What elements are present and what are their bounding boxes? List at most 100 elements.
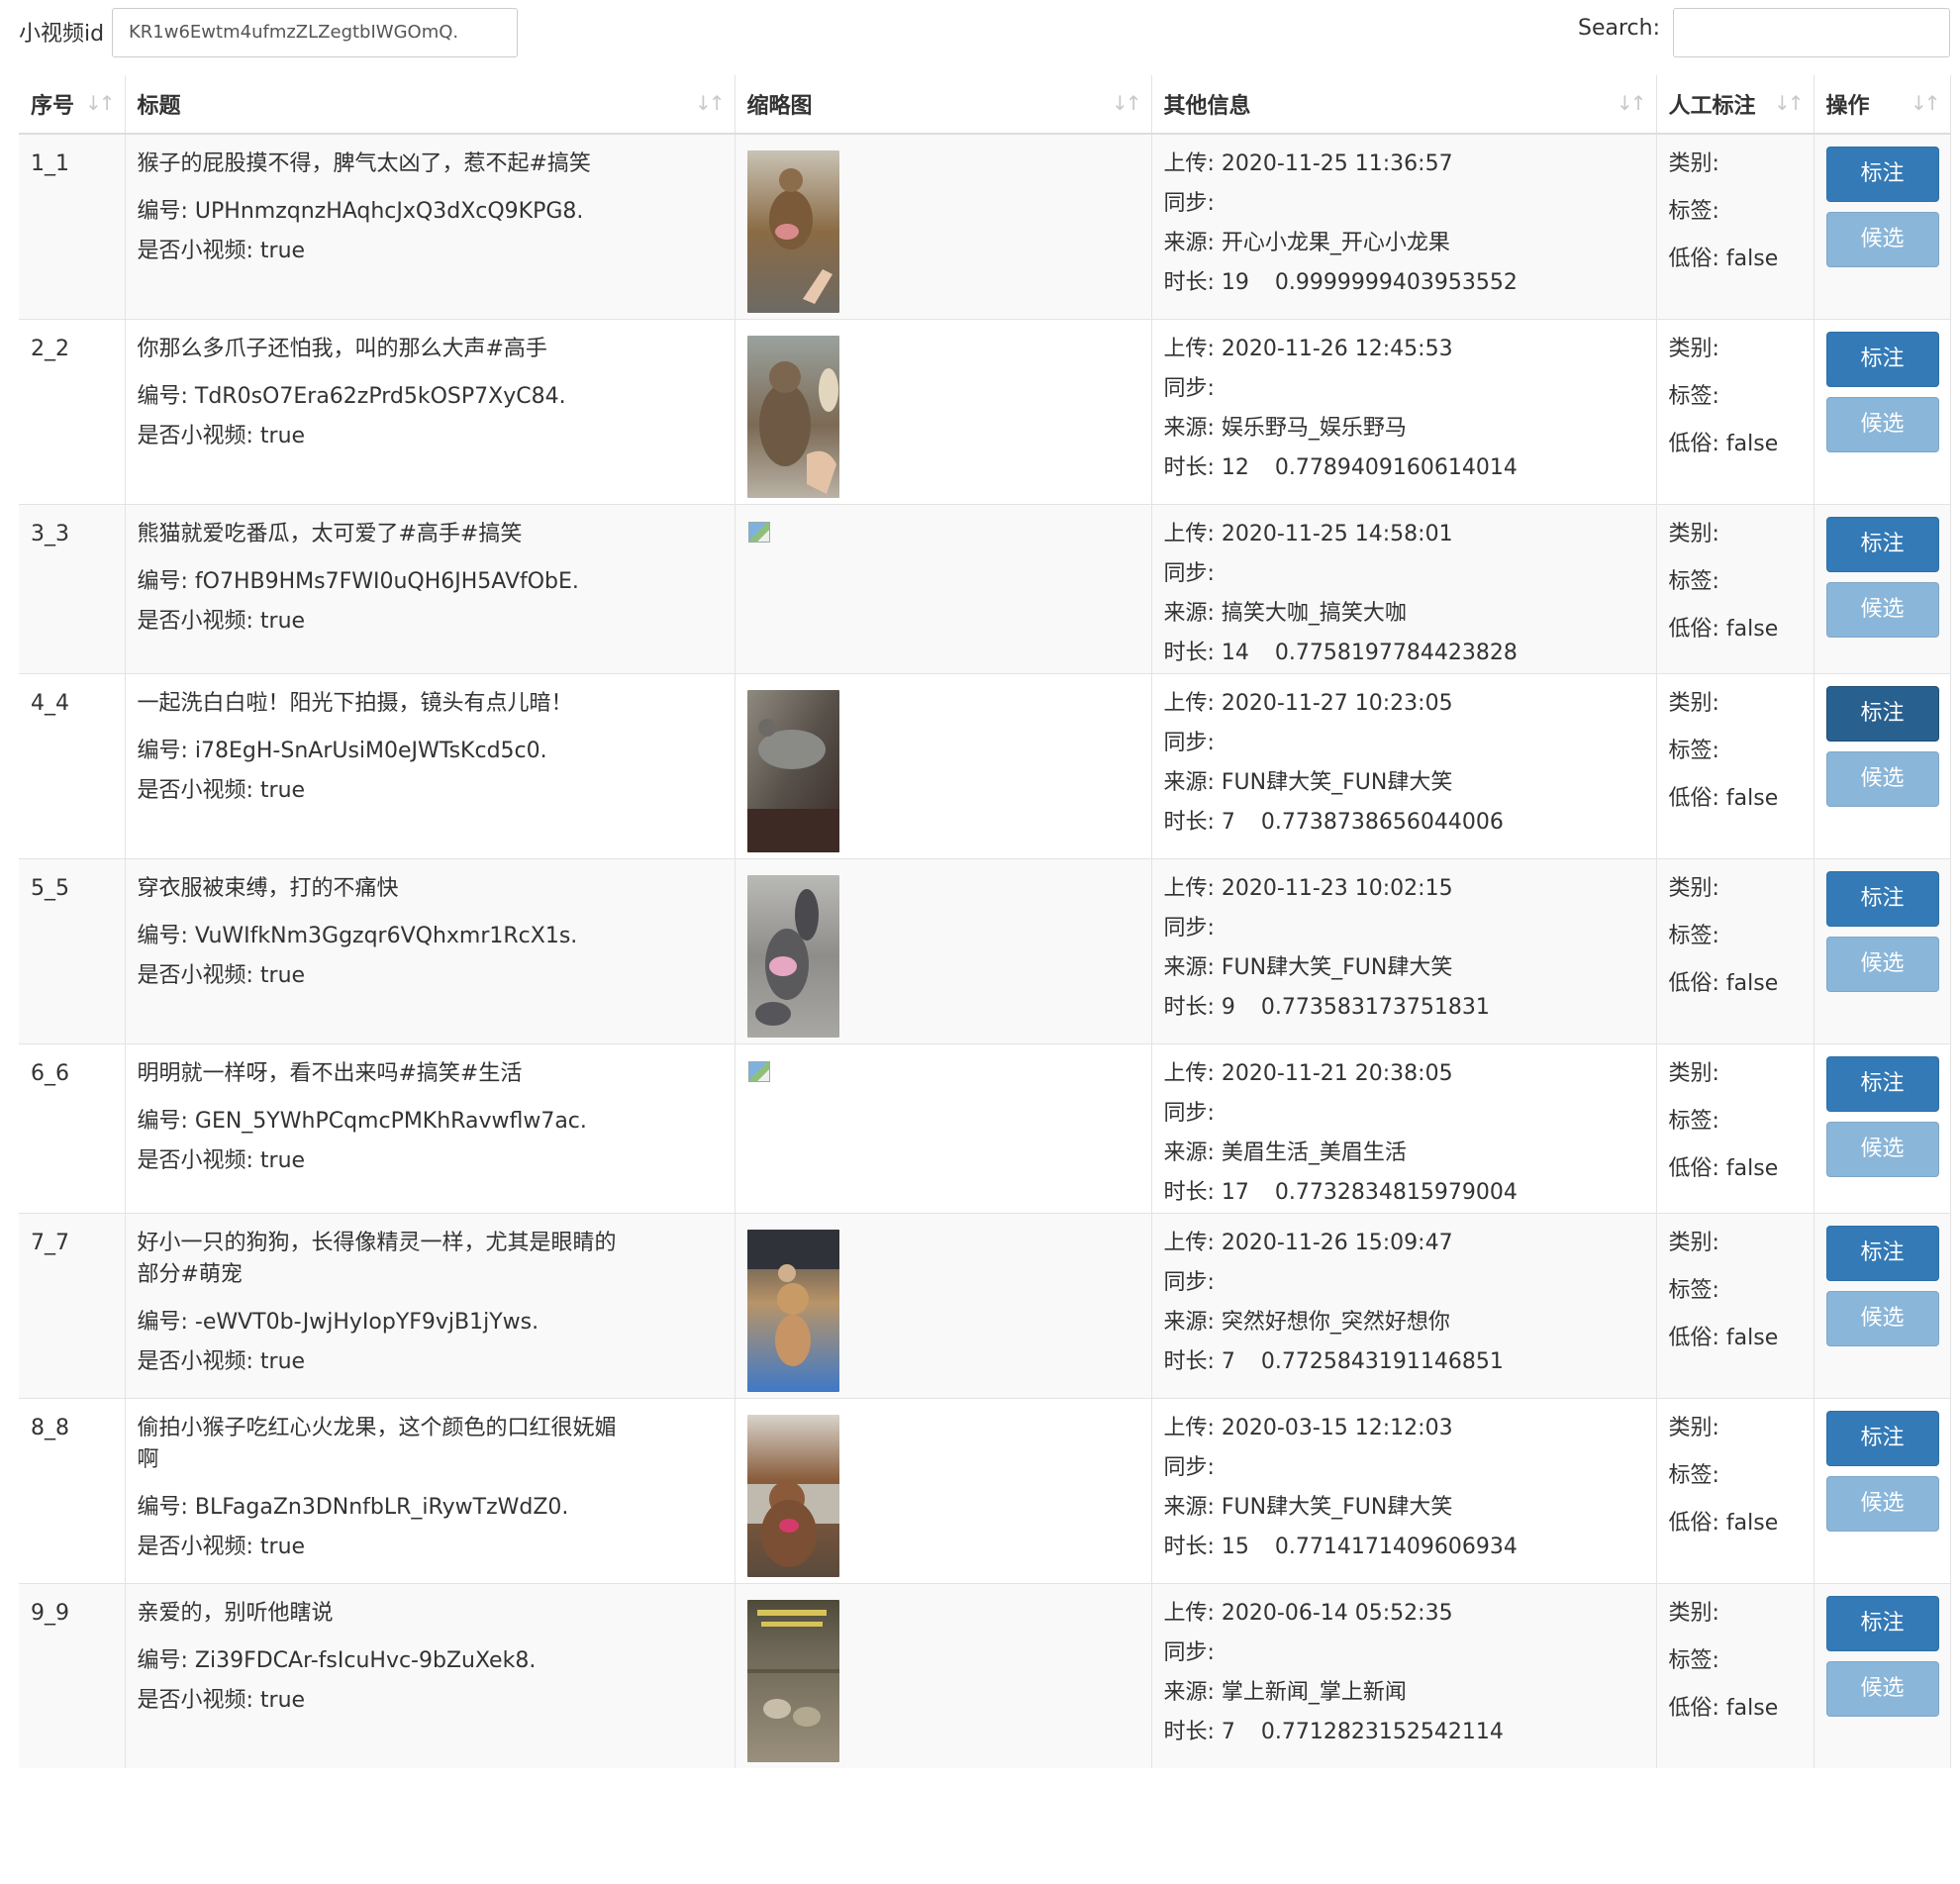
is-short-line: 是否小视频: true: [137, 239, 306, 263]
action-cell: 标注 候选: [1813, 1043, 1951, 1214]
table-row: 7_7 好小一只的狗狗，长得像精灵一样，尤其是眼睛的部分#萌宠 编号: -eWVT0…: [19, 1213, 1951, 1399]
mark-button[interactable]: 标注: [1825, 1411, 1939, 1466]
category-label: 类别:: [1668, 151, 1719, 176]
action-cell: 标注 候选: [1813, 133, 1951, 320]
vulgar-info: 低俗: false: [1668, 1156, 1779, 1181]
video-table: 序号 ↓↑ 标题 ↓↑ 缩略图 ↓↑ 其他信息 ↓↑ 人工标注 ↓↑ 操作 ↓↑ 1_1 猴子…: [19, 75, 1951, 1768]
source-info: 来源: 搞笑大咖_搞笑大咖: [1163, 601, 1407, 626]
duration-info: 时长: 15 0.7714171409606934: [1163, 1535, 1518, 1559]
upload-time: 上传: 2020-11-25 11:36:57: [1163, 151, 1453, 176]
seq-cell: 5_5: [19, 858, 126, 1044]
mark-button[interactable]: 标注: [1825, 147, 1939, 202]
video-thumbnail[interactable]: [746, 690, 839, 852]
action-cell: 标注 候选: [1813, 858, 1951, 1044]
column-header-annotation[interactable]: 人工标注 ↓↑: [1656, 75, 1814, 135]
video-id-line: 编号: -eWVT0b-JwjHyIopYF9vjB1jYws.: [137, 1310, 539, 1335]
seq-number: 4_4: [31, 691, 69, 716]
sort-icon[interactable]: ↓↑: [85, 91, 115, 115]
tag-label: 标签:: [1668, 739, 1719, 763]
mark-button[interactable]: 标注: [1825, 517, 1939, 572]
source-info: 来源: FUN肆大笑_FUN肆大笑: [1163, 955, 1453, 980]
upload-time: 上传: 2020-11-23 10:02:15: [1163, 876, 1453, 901]
tag-label: 标签:: [1668, 1463, 1719, 1488]
score: 0.7712823152542114: [1260, 1720, 1504, 1744]
video-thumbnail[interactable]: [746, 150, 839, 313]
duration-info: 时长: 19 0.9999999403953552: [1163, 270, 1518, 295]
upload-time: 上传: 2020-11-26 12:45:53: [1163, 337, 1453, 361]
candidate-button[interactable]: 候选: [1825, 1476, 1939, 1532]
video-thumbnail[interactable]: [746, 336, 839, 498]
table-row: 8_8 偷拍小猴子吃红心火龙果，这个颜色的口红很妩媚啊 编号: BLFagaZn3D…: [19, 1398, 1951, 1584]
candidate-button[interactable]: 候选: [1825, 937, 1939, 992]
is-short-value: true: [259, 778, 306, 803]
video-id: VuWIfkNm3Ggzqr6VQhxmr1RcX1s.: [194, 924, 578, 948]
search-input[interactable]: [1673, 8, 1950, 57]
category-label: 类别:: [1668, 1416, 1719, 1440]
score: 0.9999999403953552: [1274, 270, 1518, 295]
annotation-cell: 类别: 标签: 低俗: false: [1656, 858, 1814, 1044]
sort-icon[interactable]: ↓↑: [1911, 91, 1940, 115]
video-id-input[interactable]: KR1w6Ewtm4ufmzZLZegtbIWGOmQ.: [112, 8, 518, 57]
category-label: 类别:: [1668, 522, 1719, 546]
candidate-button[interactable]: 候选: [1825, 582, 1939, 638]
video-title: 亲爱的，别听他瞎说: [137, 1601, 334, 1626]
video-thumbnail[interactable]: [746, 875, 839, 1038]
column-header-title[interactable]: 标题 ↓↑: [125, 75, 735, 135]
video-id-line: 编号: i78EgH-SnArUsiM0eJWTsKcd5c0.: [137, 739, 547, 763]
sync-info: 同步:: [1163, 561, 1215, 586]
candidate-button[interactable]: 候选: [1825, 397, 1939, 452]
column-header-action[interactable]: 操作 ↓↑: [1813, 75, 1951, 135]
sort-icon[interactable]: ↓↑: [1774, 91, 1804, 115]
annotation-cell: 类别: 标签: 低俗: false: [1656, 504, 1814, 674]
is-short-value: true: [259, 609, 306, 634]
seq-cell: 1_1: [19, 133, 126, 320]
mark-button[interactable]: 标注: [1825, 332, 1939, 387]
thumbnail-cell: [735, 1043, 1152, 1214]
is-short-value: true: [259, 963, 306, 988]
video-thumbnail[interactable]: [746, 1230, 839, 1392]
sort-icon[interactable]: ↓↑: [1112, 91, 1141, 115]
seq-number: 2_2: [31, 337, 69, 361]
thumbnail-cell: [735, 133, 1152, 320]
sort-icon[interactable]: ↓↑: [1617, 91, 1646, 115]
annotation-cell: 类别: 标签: 低俗: false: [1656, 319, 1814, 505]
duration-info: 时长: 17 0.7732834815979004: [1163, 1180, 1518, 1205]
mark-button[interactable]: 标注: [1825, 871, 1939, 927]
video-id: Zi39FDCAr-fsIcuHvc-9bZuXek8.: [194, 1648, 537, 1673]
candidate-button[interactable]: 候选: [1825, 1122, 1939, 1177]
vulgar-info: 低俗: false: [1668, 247, 1779, 271]
mark-button[interactable]: 标注: [1825, 686, 1939, 742]
column-header-seq[interactable]: 序号 ↓↑: [19, 75, 126, 135]
upload-time: 上传: 2020-03-15 12:12:03: [1163, 1416, 1453, 1440]
score: 0.7732834815979004: [1274, 1180, 1518, 1205]
broken-image-icon: [747, 1060, 771, 1084]
candidate-button[interactable]: 候选: [1825, 751, 1939, 807]
column-header-thumbnail[interactable]: 缩略图 ↓↑: [735, 75, 1152, 135]
sync-info: 同步:: [1163, 1640, 1215, 1665]
video-id: i78EgH-SnArUsiM0eJWTsKcd5c0.: [194, 739, 547, 763]
video-thumbnail[interactable]: [746, 1600, 839, 1762]
candidate-button[interactable]: 候选: [1825, 212, 1939, 267]
source-info: 来源: FUN肆大笑_FUN肆大笑: [1163, 1495, 1453, 1520]
video-title: 偷拍小猴子吃红心火龙果，这个颜色的口红很妩媚啊: [137, 1416, 617, 1472]
toolbar: 小视频id KR1w6Ewtm4ufmzZLZegtbIWGOmQ. Searc…: [0, 0, 1960, 71]
category-label: 类别:: [1668, 1231, 1719, 1255]
action-cell: 标注 候选: [1813, 1213, 1951, 1399]
video-thumbnail[interactable]: [746, 1415, 839, 1577]
candidate-button[interactable]: 候选: [1825, 1661, 1939, 1717]
candidate-button[interactable]: 候选: [1825, 1291, 1939, 1346]
action-cell: 标注 候选: [1813, 1583, 1951, 1768]
seq-cell: 2_2: [19, 319, 126, 505]
seq-number: 5_5: [31, 876, 69, 901]
sort-icon[interactable]: ↓↑: [695, 91, 725, 115]
sync-info: 同步:: [1163, 376, 1215, 401]
table-row: 5_5 穿衣服被束缚，打的不痛快 编号: VuWIfkNm3Ggzqr6VQhxmr…: [19, 858, 1951, 1044]
tag-label: 标签:: [1668, 924, 1719, 948]
vulgar-info: 低俗: false: [1668, 1511, 1779, 1536]
mark-button[interactable]: 标注: [1825, 1596, 1939, 1651]
column-header-info[interactable]: 其他信息 ↓↑: [1151, 75, 1657, 135]
table-row: 2_2 你那么多爪子还怕我，叫的那么大声#高手 编号: TdR0sO7Era62zP…: [19, 319, 1951, 505]
thumbnail-cell: [735, 1583, 1152, 1768]
mark-button[interactable]: 标注: [1825, 1056, 1939, 1112]
mark-button[interactable]: 标注: [1825, 1226, 1939, 1281]
